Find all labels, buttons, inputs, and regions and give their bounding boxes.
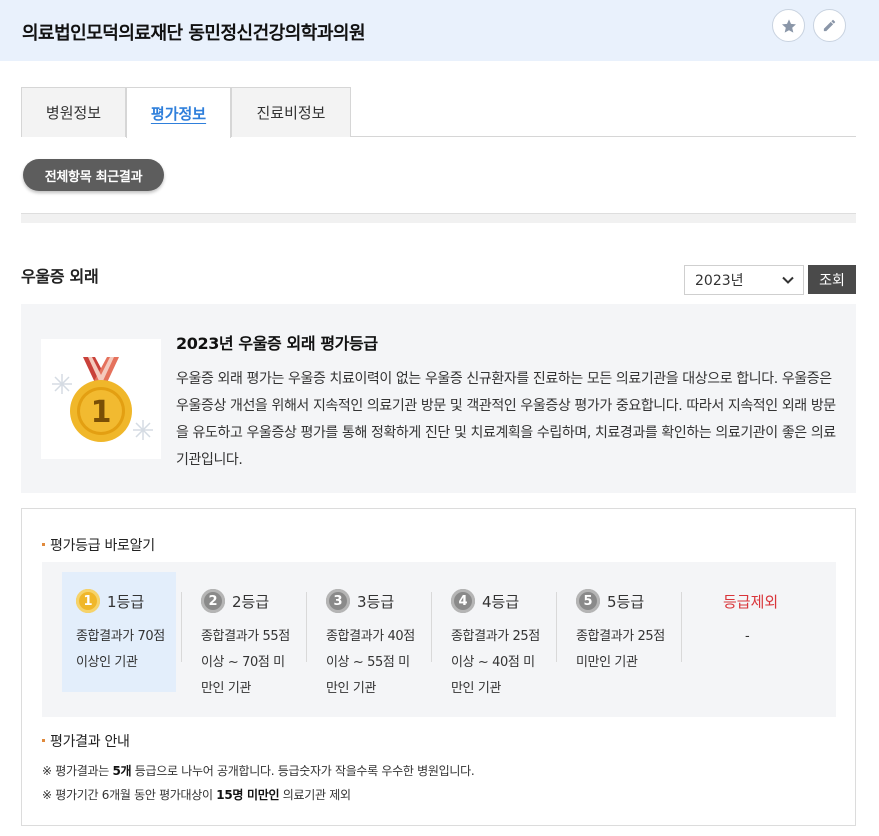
result-note: ※ 평가기간 6개월 동안 평가대상이 15명 미만인 의료기관 제외 (42, 788, 351, 802)
grade-separator (431, 592, 432, 662)
grade-guide-box: 평가등급 바로알기 1 1등급 종합결과가 70점 이상인 기관 2 2등급 종합결… (21, 508, 856, 826)
grade-2: 2 2등급 종합결과가 55점 이상 ~ 70점 미만인 기관 (187, 572, 301, 696)
grade-separator (181, 592, 182, 662)
grade-excluded-desc: - (745, 629, 750, 644)
grade-2-badge: 2 (201, 589, 225, 613)
grade-label: 1등급 (107, 592, 145, 611)
grade-1: 1 1등급 종합결과가 70점 이상인 기관 (62, 572, 176, 692)
grade-desc: 종합결과가 55점 이상 ~ 70점 미만인 기관 (201, 629, 290, 696)
grade-separator (306, 592, 307, 662)
evaluation-description: 우울증 외래 평가는 우울증 치료이력이 없는 우울증 신규환자를 진료하는 모… (176, 371, 836, 468)
tab-hospital-info[interactable]: 병원정보 (21, 87, 126, 137)
grade-label: 2등급 (232, 592, 270, 611)
grade-label: 5등급 (607, 592, 645, 611)
grade-4-badge: 4 (451, 589, 475, 613)
grade-desc: 종합결과가 70점 이상인 기관 (76, 629, 165, 670)
grade-separator (556, 592, 557, 662)
tab-label: 진료비정보 (256, 104, 326, 122)
grade-desc: 종합결과가 40점 이상 ~ 55점 미만인 기관 (326, 629, 415, 696)
medal-number: 1 (91, 395, 112, 430)
medal-card: 1 (41, 339, 161, 459)
all-items-latest-button[interactable]: 전체항목 최근결과 (23, 159, 164, 191)
result-notes: ※ 평가결과는 5개 등급으로 나누어 공개합니다. 등급숫자가 작을수록 우수… (42, 759, 475, 807)
year-select[interactable]: 2023년 (684, 265, 804, 295)
tab-label: 평가정보 (150, 104, 207, 123)
grade-5: 5 5등급 종합결과가 25점 미만인 기관 (562, 572, 676, 692)
result-note: ※ 평가결과는 5개 등급으로 나누어 공개합니다. 등급숫자가 작을수록 우수… (42, 764, 475, 778)
section-divider (21, 213, 856, 223)
pencil-icon (823, 19, 836, 32)
year-select-value: 2023년 (695, 273, 744, 289)
grade-desc: 종합결과가 25점 이상 ~ 40점 미만인 기관 (451, 629, 540, 696)
page-header: 의료법인모덕의료재단 동민정신건강의학과의원 (0, 0, 879, 61)
grade-guide-title: 평가등급 바로알기 (42, 535, 155, 555)
tab-evaluation-info[interactable]: 평가정보 (126, 87, 231, 138)
hospital-name: 의료법인모덕의료재단 동민정신건강의학과의원 (22, 23, 366, 44)
tab-label: 병원정보 (45, 104, 102, 122)
chevron-down-icon (782, 276, 794, 284)
section-title: 우울증 외래 (21, 267, 99, 286)
star-icon (781, 18, 796, 33)
tab-cost-info[interactable]: 진료비정보 (231, 87, 351, 137)
grade-excluded: 등급제외 - (687, 572, 801, 692)
search-button[interactable]: 조회 (808, 265, 856, 294)
result-guide-title: 평가결과 안내 (42, 731, 130, 751)
evaluation-title: 2023년 우울증 외래 평가등급 (176, 334, 378, 353)
grade-3-badge: 3 (326, 589, 350, 613)
gold-medal-icon: 1 (52, 357, 153, 442)
edit-button[interactable] (813, 9, 846, 42)
grade-1-badge: 1 (76, 589, 100, 613)
grade-label: 4등급 (482, 592, 520, 611)
grade-separator (681, 592, 682, 662)
grade-4: 4 4등급 종합결과가 25점 이상 ~ 40점 미만인 기관 (437, 572, 551, 696)
evaluation-summary: 1 2023년 우울증 외래 평가등급 우울증 외래 평가는 우울증 치료이력이… (21, 304, 856, 493)
grade-label: 3등급 (357, 592, 395, 611)
grade-3: 3 3등급 종합결과가 40점 이상 ~ 55점 미만인 기관 (312, 572, 426, 696)
grade-table: 1 1등급 종합결과가 70점 이상인 기관 2 2등급 종합결과가 55점 이상 … (42, 562, 836, 717)
grade-5-badge: 5 (576, 589, 600, 613)
favorite-button[interactable] (772, 9, 805, 42)
grade-excluded-label: 등급제외 (723, 592, 779, 611)
grade-desc: 종합결과가 25점 미만인 기관 (576, 629, 665, 670)
